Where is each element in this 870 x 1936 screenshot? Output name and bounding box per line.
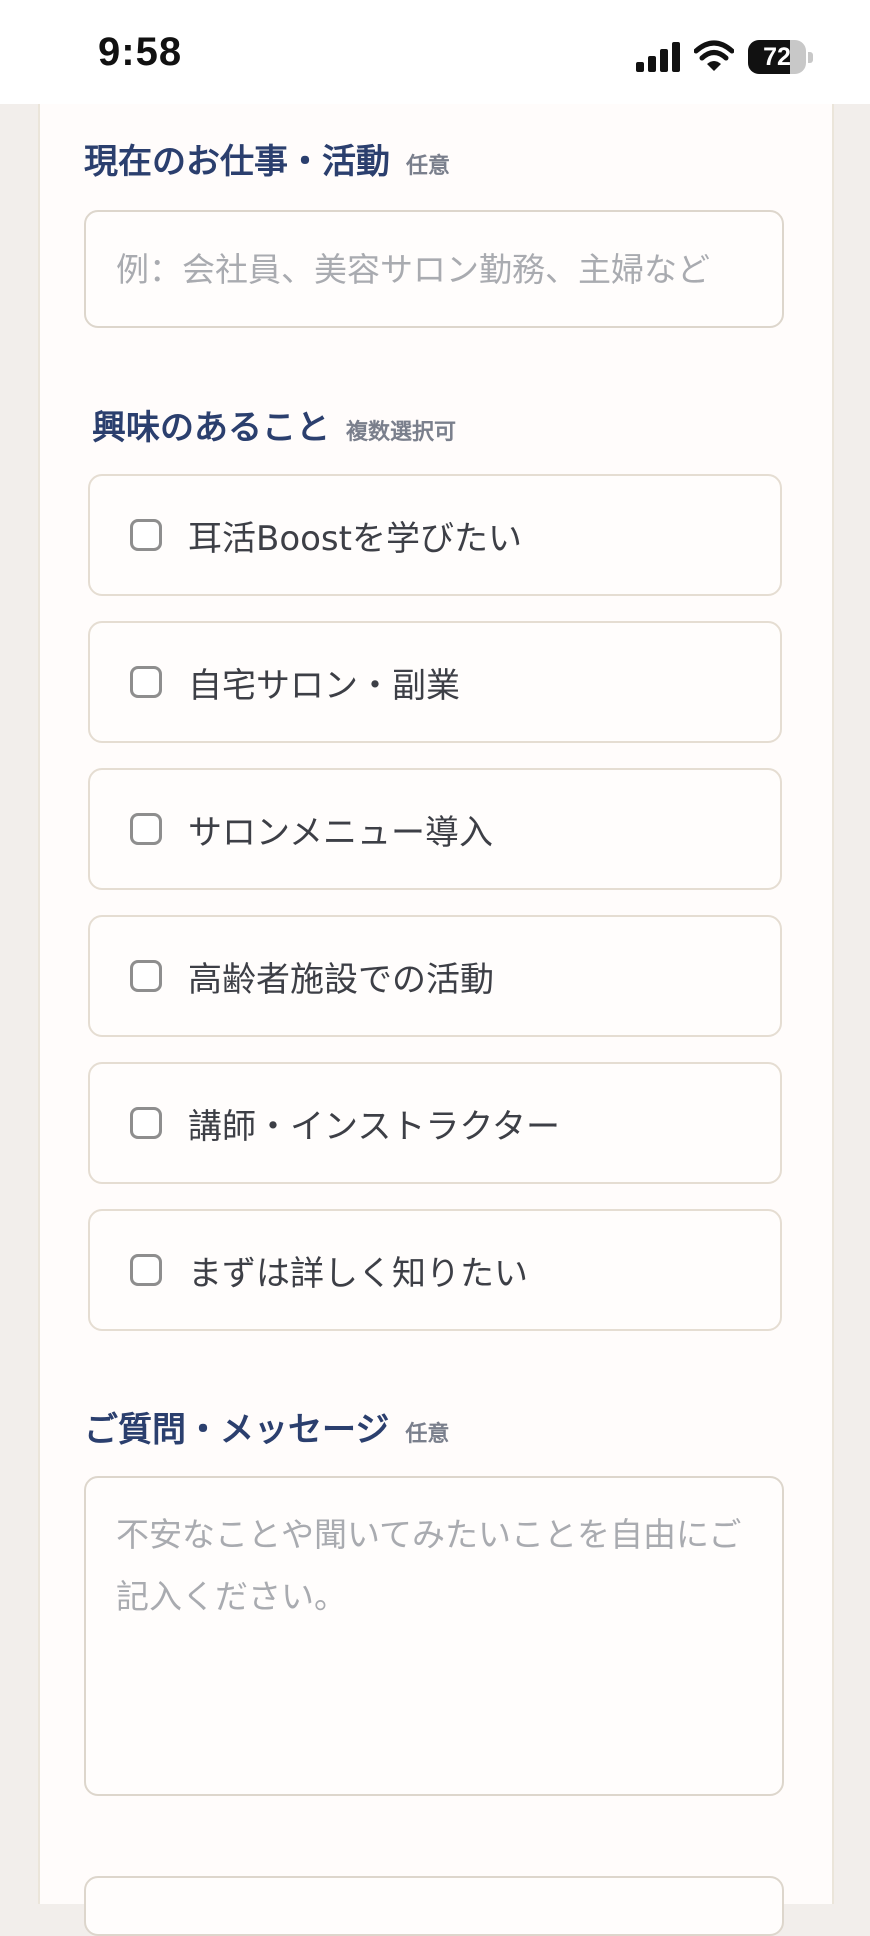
message-label-row: ご質問・メッセージ 任意: [84, 1402, 449, 1451]
option-label: 自宅サロン・副業: [188, 665, 460, 706]
interest-option-elderly-facility[interactable]: 高齢者施設での活動: [88, 915, 782, 1037]
checkbox[interactable]: [130, 1254, 162, 1286]
option-label: 耳活Boostを学びたい: [188, 518, 522, 559]
cellular-signal-icon: [636, 42, 680, 72]
message-textarea[interactable]: [84, 1476, 784, 1796]
option-label: まずは詳しく知りたい: [188, 1253, 528, 1294]
occupation-label: 現在のお仕事・活動: [84, 142, 390, 182]
option-label: 講師・インストラクター: [188, 1106, 560, 1147]
checkbox[interactable]: [130, 1107, 162, 1139]
interest-option-learn-boost[interactable]: 耳活Boostを学びたい: [88, 474, 782, 596]
interests-label-row: 興味のあること 複数選択可: [92, 400, 456, 449]
message-label: ご質問・メッセージ: [84, 1410, 390, 1450]
interest-option-learn-more[interactable]: まずは詳しく知りたい: [88, 1209, 782, 1331]
interest-option-instructor[interactable]: 講師・インストラクター: [88, 1062, 782, 1184]
interest-option-home-salon[interactable]: 自宅サロン・副業: [88, 621, 782, 743]
battery-percent: 72: [763, 43, 791, 71]
status-bar: 9:58 72: [0, 0, 870, 104]
wifi-icon: [694, 40, 734, 71]
message-optional-badge: 任意: [405, 1422, 450, 1447]
status-time: 9:58: [98, 30, 183, 74]
checkbox[interactable]: [130, 813, 162, 845]
option-label: サロンメニュー導入: [188, 812, 493, 853]
checkbox[interactable]: [130, 666, 162, 698]
next-field-partial[interactable]: [84, 1876, 784, 1936]
interests-multi-select-badge: 複数選択可: [346, 420, 457, 445]
form-card: 現在のお仕事・活動 任意 興味のあること 複数選択可 耳活Boostを学びたい …: [38, 104, 834, 1936]
occupation-optional-badge: 任意: [406, 154, 451, 179]
battery-icon: 72: [748, 40, 814, 76]
occupation-input[interactable]: [84, 210, 784, 328]
occupation-label-row: 現在のお仕事・活動 任意: [84, 134, 450, 183]
checkbox[interactable]: [130, 960, 162, 992]
interest-option-salon-menu[interactable]: サロンメニュー導入: [88, 768, 782, 890]
interests-label: 興味のあること: [92, 408, 330, 448]
option-label: 高齢者施設での活動: [188, 959, 494, 1000]
checkbox[interactable]: [130, 519, 162, 551]
